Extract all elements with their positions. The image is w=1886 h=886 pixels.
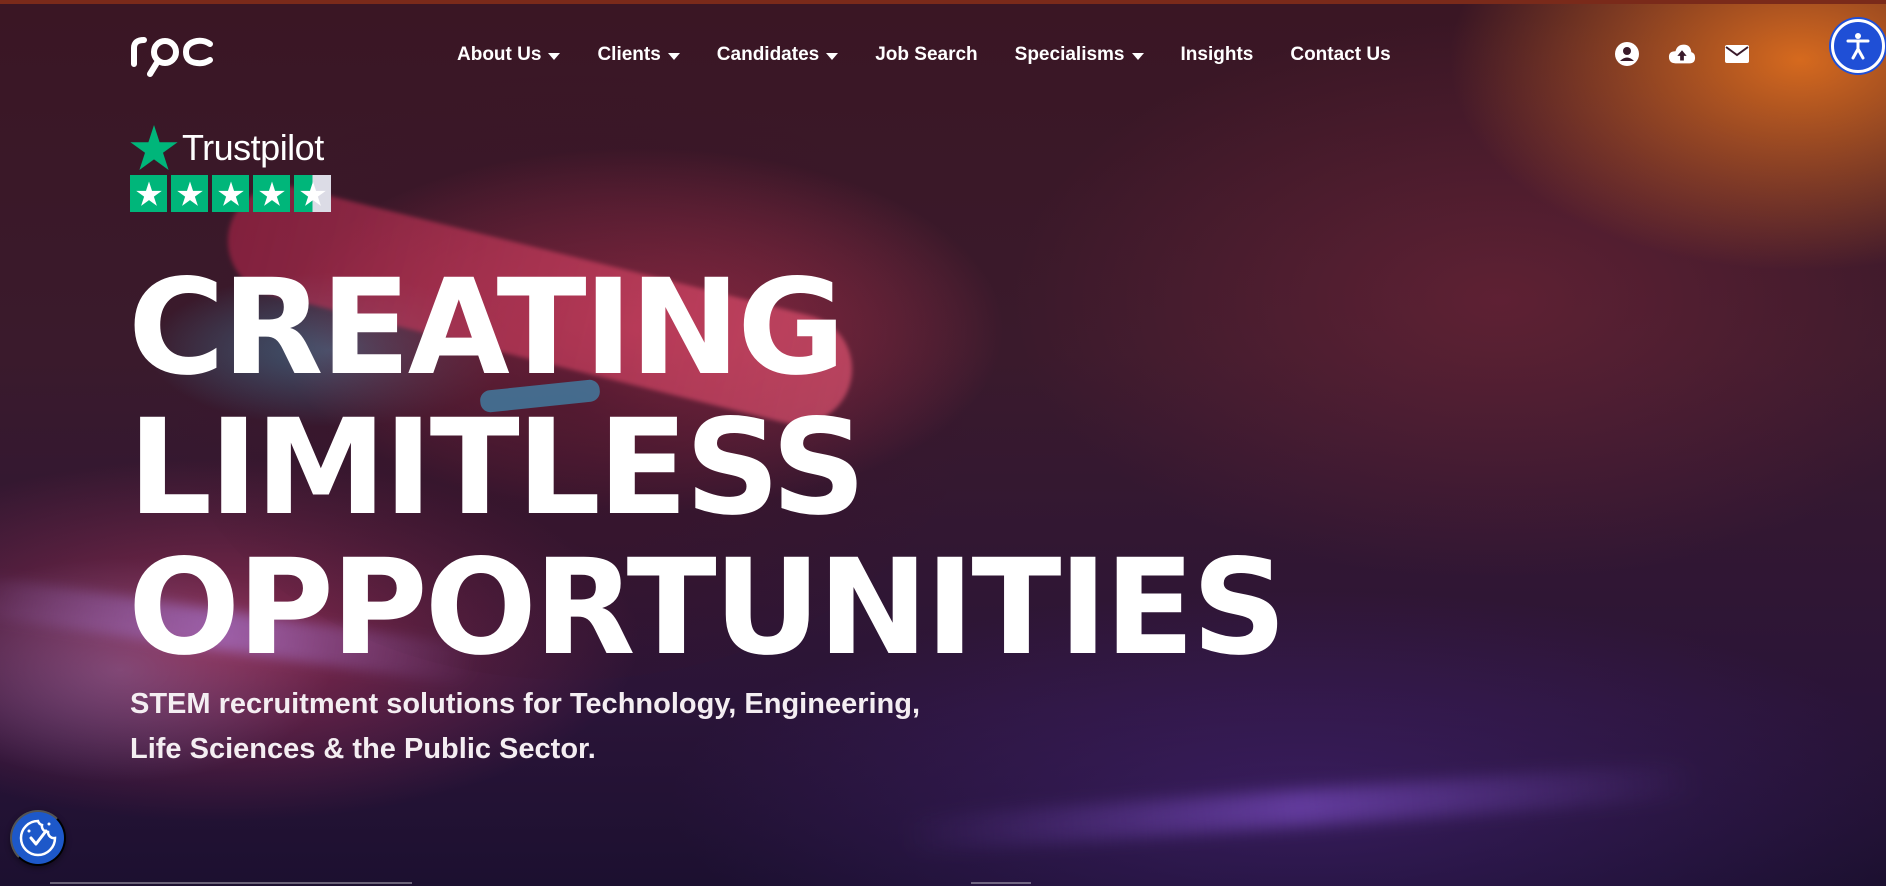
envelope-icon[interactable] bbox=[1723, 42, 1751, 66]
trustpilot-widget[interactable]: Trustpilot bbox=[130, 125, 331, 212]
scroll-indicator bbox=[971, 882, 1031, 884]
star-icon bbox=[212, 175, 249, 212]
nav-item-label: Clients bbox=[597, 44, 661, 65]
chevron-down-icon bbox=[667, 53, 680, 60]
half-star-icon bbox=[294, 175, 331, 212]
nav-item-label: Specialisms bbox=[1014, 44, 1125, 65]
chevron-down-icon bbox=[548, 53, 561, 60]
star-icon bbox=[253, 175, 290, 212]
nav-item-label: Insights bbox=[1180, 44, 1254, 65]
trustpilot-star-icon bbox=[130, 125, 178, 170]
nav-item-clients[interactable]: Clients bbox=[597, 44, 680, 66]
headline-line: LIMITLESS bbox=[128, 391, 866, 545]
trustpilot-wordmark: Trustpilot bbox=[182, 127, 324, 168]
header-icon-group bbox=[1613, 42, 1778, 66]
cloud-upload-icon[interactable] bbox=[1668, 42, 1696, 66]
trustpilot-logo: Trustpilot bbox=[130, 125, 331, 171]
cookie-consent-icon bbox=[19, 819, 57, 857]
nav-item-about-us[interactable]: About Us bbox=[457, 44, 561, 66]
star-icon bbox=[171, 175, 208, 212]
accessibility-button[interactable] bbox=[1831, 19, 1885, 73]
nav-item-label: About Us bbox=[457, 44, 542, 65]
cookie-consent-button[interactable] bbox=[10, 810, 66, 866]
headline-line: OPPORTUNITIES bbox=[128, 531, 1287, 685]
hero-image-light-streak bbox=[899, 762, 1701, 854]
site-logo[interactable] bbox=[130, 30, 216, 78]
nav-item-candidates[interactable]: Candidates bbox=[716, 44, 839, 66]
hero-subtitle: STEM recruitment solutions for Technolog… bbox=[130, 682, 930, 772]
user-icon[interactable] bbox=[1613, 42, 1641, 66]
star-icon bbox=[130, 175, 167, 212]
chevron-down-icon bbox=[1131, 53, 1144, 60]
main-navigation: About Us Clients Candidates Job Search S… bbox=[457, 44, 1428, 66]
trustpilot-rating-stars bbox=[130, 175, 331, 212]
subtitle-line: STEM recruitment solutions for Technolog… bbox=[130, 688, 921, 720]
nav-item-job-search[interactable]: Job Search bbox=[875, 44, 977, 66]
nav-item-specialisms[interactable]: Specialisms bbox=[1015, 44, 1144, 66]
nav-item-label: Job Search bbox=[875, 44, 978, 65]
top-border bbox=[0, 0, 1886, 4]
nav-item-label: Candidates bbox=[716, 44, 820, 65]
nav-item-contact-us[interactable]: Contact Us bbox=[1290, 44, 1390, 66]
nav-item-label: Contact Us bbox=[1290, 44, 1391, 65]
accessibility-icon bbox=[1846, 33, 1870, 60]
headline-line: CREATING bbox=[128, 251, 846, 405]
rpc-logo-icon bbox=[131, 37, 213, 77]
hero-headline: CREATING LIMITLESS OPPORTUNITIES bbox=[128, 251, 1287, 685]
chevron-down-icon bbox=[826, 53, 839, 60]
subtitle-line: Life Sciences & the Public Sector. bbox=[130, 733, 596, 765]
nav-item-insights[interactable]: Insights bbox=[1181, 44, 1254, 66]
scroll-indicator bbox=[50, 882, 412, 884]
